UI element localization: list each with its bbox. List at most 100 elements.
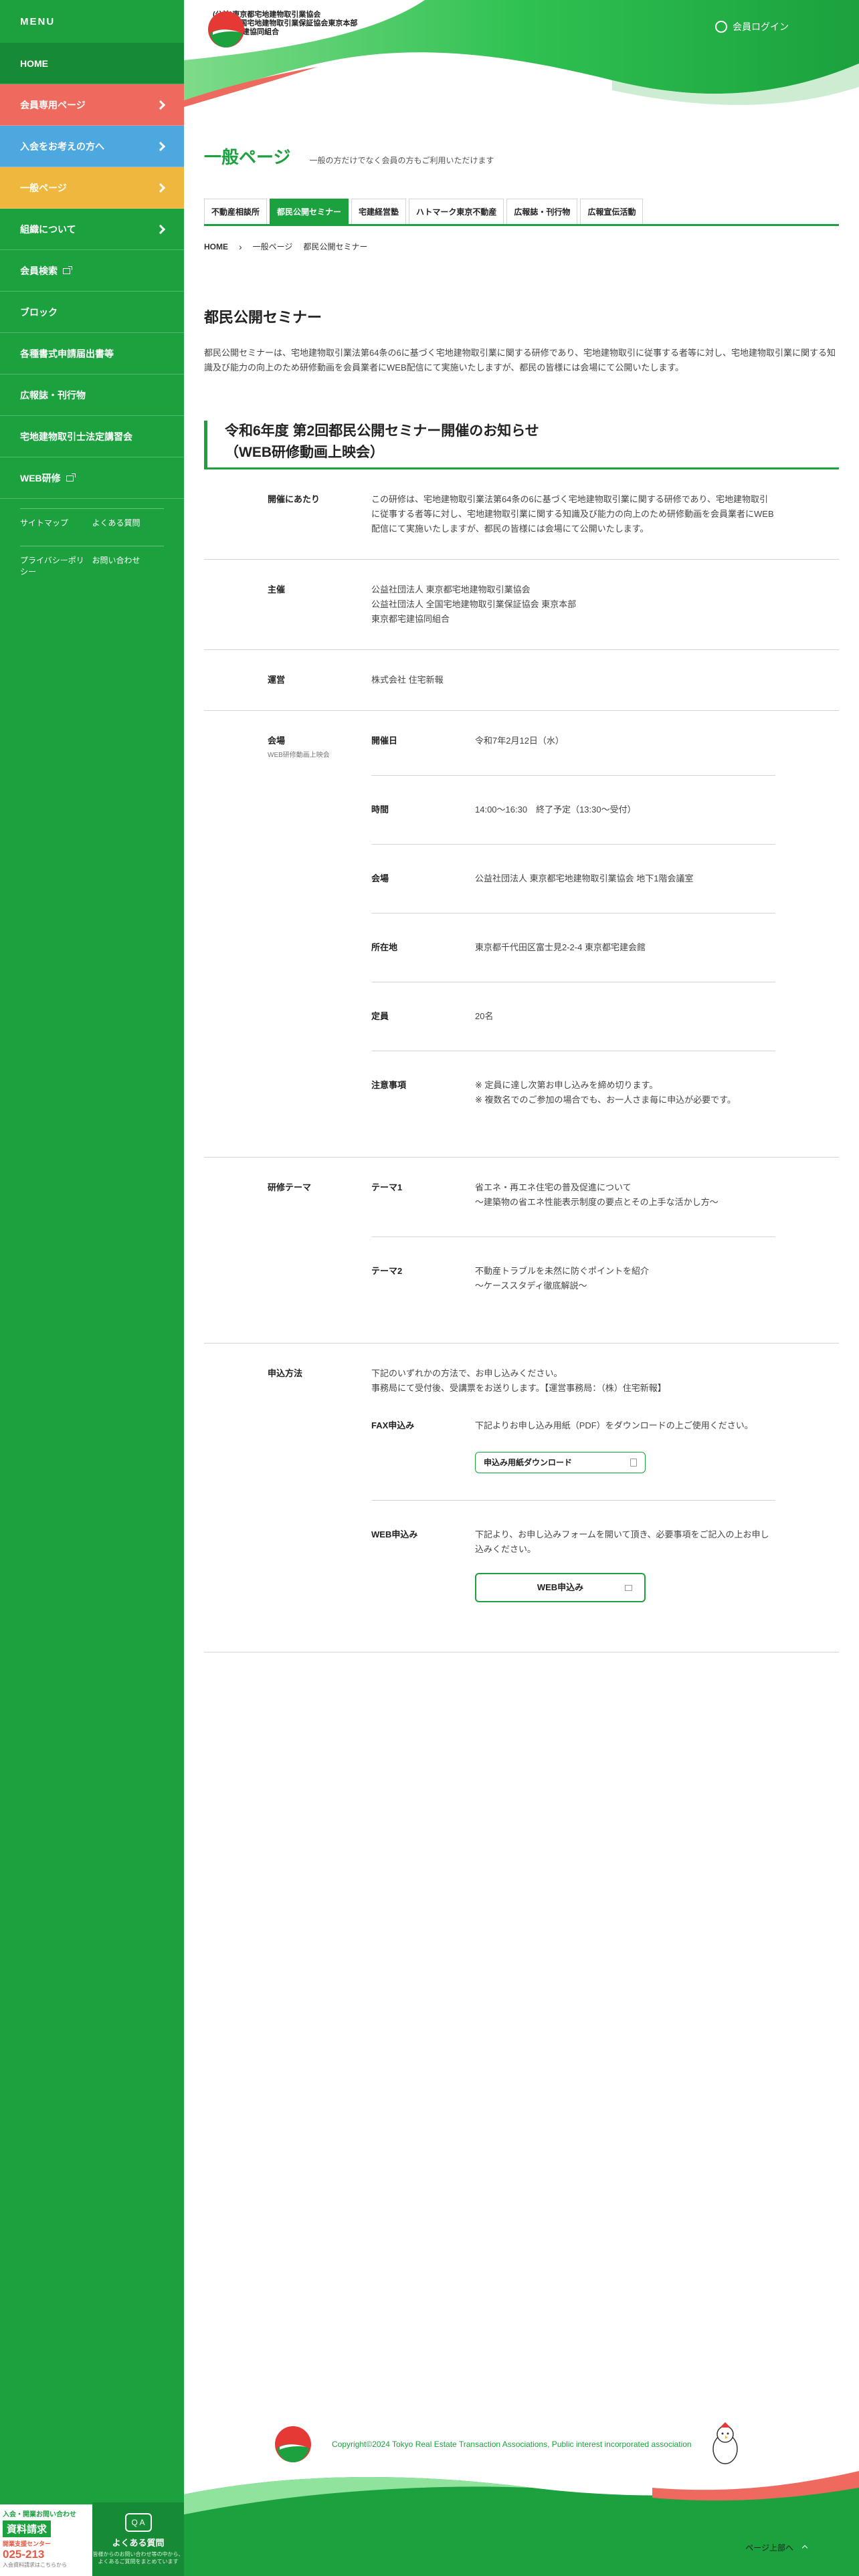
sidebar-item-member-search[interactable]: 会員検索 (0, 250, 184, 292)
note-item: ※ 定員に達し次第お申し込みを締め切ります。 (475, 1080, 658, 1090)
venue-details: 開催日 令和7年2月12日（水） 時間 14:00〜16:30 終了予定（13:30… (371, 710, 839, 1158)
address-value: 東京都千代田区富士見2-2-4 東京都宅建会館 (475, 913, 775, 982)
notice-title-sub: （WEB研修動画上映会） (225, 445, 384, 460)
theme-line: 〜ケーススタディ徹底解説〜 (475, 1281, 587, 1291)
member-login-button[interactable]: 会員ログイン (715, 20, 789, 33)
table-row: テーマ1 省エネ・再エネ住宅の普及促進について 〜建築物の省エネ性能表示制度の要点… (371, 1180, 775, 1237)
section-title: 都民公開セミナー (204, 309, 322, 326)
sidebar-item-general[interactable]: 一般ページ (0, 167, 184, 209)
faq-link[interactable]: よくある質問 (92, 508, 164, 536)
breadcrumb: HOME › 一般ページ 都民公開セミナー (204, 241, 839, 252)
sidebar-item-members[interactable]: 会員専用ページ (0, 84, 184, 126)
category-tabs: 不動産相談所 都民公開セミナー 宅建経営塾 ハトマーク東京不動産 広報誌・刊行物… (204, 199, 839, 226)
page-top-button[interactable]: ページ上部へ (745, 2541, 811, 2553)
sidebar-item-label: 入会をお考えの方へ (20, 140, 104, 152)
breadcrumb-home[interactable]: HOME (204, 242, 228, 251)
sidebar: MENU HOME 会員専用ページ 入会をお考えの方へ 一般ページ 組織について… (0, 0, 184, 2576)
table-row: FAX申込み 下記よりお申し込み用紙（PDF）をダウンロードの上ご使用ください。… (371, 1418, 775, 1501)
sidebar-item-home[interactable]: HOME (0, 43, 184, 84)
table-row: 主催 公益社団法人 東京都宅地建物取引業協会 公益社団法人 全国宅地建物取引業保… (204, 559, 839, 650)
document-request-banner[interactable]: 入会・開業お問い合わせ 資料請求 開業支援センター 025-213 入会資料請求… (0, 2502, 92, 2576)
row-label: 運営 (204, 649, 371, 711)
logo-icon (208, 11, 244, 47)
tab-public-seminar[interactable]: 都民公開セミナー (270, 199, 349, 224)
table-row: テーマ2 不動産トラブルを未然に防ぐポイントを紹介 〜ケーススタディ徹底解説〜 (371, 1237, 775, 1320)
theme-subtable: テーマ1 省エネ・再エネ住宅の普及促進について 〜建築物の省エネ性能表示制度の要点… (371, 1180, 775, 1320)
tab-hatomark[interactable]: ハトマーク東京不動産 (409, 199, 504, 224)
tab-management-school[interactable]: 宅建経営塾 (351, 199, 407, 224)
footer-logo-icon[interactable] (274, 2426, 312, 2463)
sitemap-link[interactable]: サイトマップ (20, 508, 92, 536)
host-item: 東京都宅建協同組合 (371, 614, 450, 624)
row-label: 開催にあたり (204, 469, 371, 560)
notice-title: 令和6年度 第2回都民公開セミナー開催のお知らせ (225, 423, 539, 439)
faq-banner[interactable]: Q A よくある質問 皆様からのお問い合わせ等の中から、よくあるご質問をまとめて… (92, 2502, 184, 2576)
banner-request-text: 資料請求 (3, 2520, 52, 2537)
tab-pr-activities[interactable]: 広報宣伝活動 (580, 199, 644, 224)
mascot-icon (712, 2422, 738, 2464)
apply-details: 下記のいずれかの方法で、お申し込みください。 事務局にて受付後、受講票をお送りし… (371, 1343, 839, 1652)
theme-line: 〜建築物の省エネ性能表示制度の要点とその上手な活かし方〜 (475, 1197, 719, 1207)
sidebar-item-legal-course[interactable]: 宅地建物取引士法定講習会 (0, 416, 184, 457)
table-row: 会場 WEB研修動画上映会 開催日 令和7年2月12日（水） 時間 14:00〜16… (204, 710, 839, 1158)
menu-title: MENU (20, 16, 56, 27)
arrow-up-icon (799, 2541, 811, 2553)
table-row: 定員 20名 (371, 982, 775, 1051)
external-link-icon (63, 265, 72, 274)
theme-line: 省エネ・再エネ住宅の普及促進について (475, 1182, 632, 1192)
apply-intro: 下記のいずれかの方法で、お申し込みください。 (371, 1368, 563, 1378)
sidebar-item-block[interactable]: ブロック (0, 292, 184, 333)
download-form-button[interactable]: 申込み用紙ダウンロード (475, 1452, 646, 1473)
pdf-icon (630, 1459, 637, 1467)
faq-banner-label: よくある質問 (112, 2538, 165, 2548)
footer: Copyright©2024 Tokyo Real Estate Transac… (184, 2407, 859, 2576)
notice-heading: 令和6年度 第2回都民公開セミナー開催のお知らせ （WEB研修動画上映会） (204, 421, 839, 467)
sidebar-item-forms[interactable]: 各種書式申請届出書等 (0, 333, 184, 374)
row-label: 主催 (204, 559, 371, 650)
notes: ※ 定員に達し次第お申し込みを締め切ります。 ※ 複数名でのご参加の場合でも、お… (475, 1051, 775, 1134)
sidebar-banners: 入会・開業お問い合わせ 資料請求 開業支援センター 025-213 入会資料請求… (0, 2502, 184, 2576)
breadcrumb-current: 都民公開セミナー (303, 242, 368, 251)
header: (公社)東京都宅地建物取引業協会 (公社)全国宅地建物取引業保証協会東京本部 東… (184, 0, 859, 114)
sidebar-item-web-training[interactable]: WEB研修 (0, 457, 184, 499)
external-link-icon (66, 473, 76, 481)
external-link-icon (625, 1584, 632, 1591)
table-row: 会場 公益社団法人 東京都宅地建物取引業協会 地下1階会議室 (371, 844, 775, 914)
theme-line: 不動産トラブルを未然に防ぐポイントを紹介 (475, 1266, 650, 1276)
sidebar-item-label: ブロック (20, 306, 58, 318)
sidebar-item-publications[interactable]: 広報誌・刊行物 (0, 374, 184, 416)
table-row: 研修テーマ テーマ1 省エネ・再エネ住宅の普及促進について 〜建築物の省エネ性能表… (204, 1157, 839, 1344)
login-label: 会員ログイン (733, 21, 789, 32)
web-apply-button[interactable]: WEB申込み (475, 1573, 646, 1602)
sidebar-sub-links: サイトマップ よくある質問 プライバシーポリシー お問い合わせ (0, 499, 184, 585)
contact-link[interactable]: お問い合わせ (92, 546, 164, 585)
host-list: 公益社団法人 東京都宅地建物取引業協会 公益社団法人 全国宅地建物取引業保証協会… (371, 559, 839, 650)
table-row: WEB申込み 下記より、お申し込みフォームを開いて頂き、必要事項をご記入の上お申… (371, 1500, 775, 1629)
main-content: 一般ページ 一般の方だけでなく会員の方もご利用いただけます 不動産相談所 都民公… (184, 114, 859, 1652)
user-icon (715, 21, 727, 33)
banner-phone: 025-213 (3, 2548, 45, 2561)
tab-publications[interactable]: 広報誌・刊行物 (506, 199, 578, 224)
table-row: 注意事項 ※ 定員に達し次第お申し込みを締め切ります。 ※ 複数名でのご参加の場… (371, 1051, 775, 1134)
operation-text: 株式会社 住宅新報 (371, 649, 839, 711)
footer-wave-graphic (184, 2471, 859, 2576)
banner-inquiry-text: 入会・開業お問い合わせ (3, 2511, 76, 2518)
privacy-link[interactable]: プライバシーポリシー (20, 546, 92, 585)
search-icon[interactable] (184, 0, 200, 16)
sidebar-item-join[interactable]: 入会をお考えの方へ (0, 126, 184, 167)
themes: テーマ1 省エネ・再エネ住宅の普及促進について 〜建築物の省エネ性能表示制度の要点… (371, 1157, 839, 1344)
qa-icon: Q A (124, 2513, 152, 2532)
tab-consultation[interactable]: 不動産相談所 (204, 199, 268, 224)
page-top-label: ページ上部へ (745, 2543, 793, 2553)
sidebar-item-label: WEB研修 (20, 472, 61, 484)
sidebar-item-label: 宅地建物取引士法定講習会 (20, 431, 132, 442)
sidebar-item-organization[interactable]: 組織について (0, 209, 184, 250)
footer-brand: Copyright©2024 Tokyo Real Estate Transac… (274, 2421, 745, 2468)
sidebar-item-label: 一般ページ (20, 182, 67, 193)
table-row: 開催にあたり この研修は、宅地建物取引業法第64条の6に基づく宅地建物取引業に関… (204, 469, 839, 560)
site-logo[interactable]: (公社)東京都宅地建物取引業協会 (公社)全国宅地建物取引業保証協会東京本部 東… (207, 11, 357, 47)
venue-subtable: 開催日 令和7年2月12日（水） 時間 14:00〜16:30 終了予定（13:30… (371, 734, 775, 1134)
table-row: 所在地 東京都千代田区富士見2-2-4 東京都宅建会館 (371, 913, 775, 982)
breadcrumb-general[interactable]: 一般ページ (253, 241, 293, 252)
sidebar-item-label: 広報誌・刊行物 (20, 389, 86, 401)
